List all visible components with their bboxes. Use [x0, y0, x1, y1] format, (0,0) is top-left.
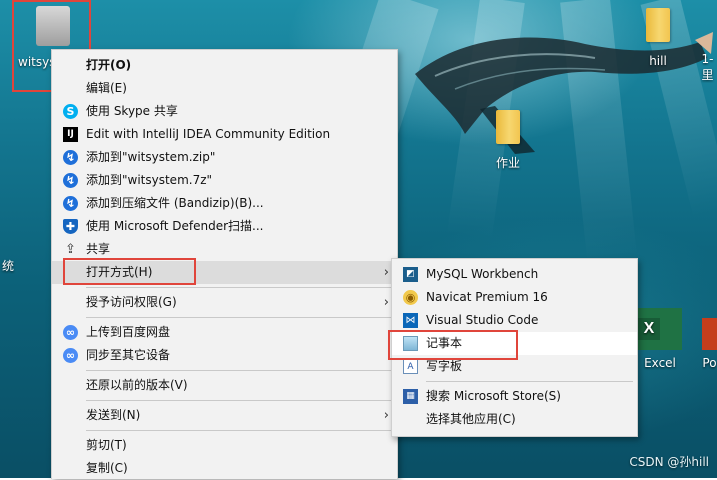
desktop-icon-zuoye[interactable]: 作业 — [490, 110, 526, 171]
skype-icon: S — [63, 104, 78, 119]
menu-separator — [426, 381, 633, 382]
menu-item-cut[interactable]: 剪切(T) — [52, 434, 397, 457]
desktop-icon-label: 统 — [1, 259, 14, 273]
menu-item-add-zip[interactable]: ↯ 添加到"witsystem.zip" — [52, 146, 397, 169]
menu-item-add-7z[interactable]: ↯ 添加到"witsystem.7z" — [52, 169, 397, 192]
wordpad-icon: A — [403, 359, 418, 374]
submenu-item-mysql-workbench[interactable]: ◩ MySQL Workbench — [392, 263, 637, 286]
desktop-icon-label: Excel — [644, 356, 676, 370]
menu-separator — [86, 430, 393, 431]
zip-file-icon — [36, 6, 70, 46]
open-with-submenu: ◩ MySQL Workbench ◉ Navicat Premium 16 ⋈… — [391, 258, 638, 437]
context-menu: 打开(O) 编辑(E) S 使用 Skype 共享 IJ Edit with I… — [51, 49, 398, 479]
bandizip-icon: ↯ — [63, 196, 78, 211]
desktop-icon-po[interactable]: Po — [702, 318, 717, 370]
bandizip-icon: ↯ — [63, 150, 78, 165]
submenu-item-notepad[interactable]: 记事本 — [392, 332, 637, 355]
desktop-icon-hill2[interactable]: 1-里 — [698, 52, 717, 83]
menu-item-copy[interactable]: 复制(C) — [52, 457, 397, 480]
desktop-icon-label: hill — [649, 54, 667, 68]
vscode-icon: ⋈ — [403, 313, 418, 328]
menu-item-open-with[interactable]: 打开方式(H) › — [52, 261, 397, 284]
menu-item-send-to[interactable]: 发送到(N) › — [52, 404, 397, 427]
menu-separator — [86, 287, 393, 288]
folder-icon — [646, 8, 670, 42]
menu-item-baidu-upload[interactable]: ∞ 上传到百度网盘 — [52, 321, 397, 344]
desktop-icon-label: Po — [702, 356, 717, 370]
baidu-cloud-icon: ∞ — [63, 325, 78, 340]
bandizip-icon: ↯ — [63, 173, 78, 188]
menu-item-sync-devices[interactable]: ∞ 同步至其它设备 — [52, 344, 397, 367]
chevron-right-icon: › — [383, 408, 389, 423]
submenu-item-wordpad[interactable]: A 写字板 — [392, 355, 637, 378]
watermark: CSDN @孙hill — [629, 455, 709, 469]
menu-item-skype-share[interactable]: S 使用 Skype 共享 — [52, 100, 397, 123]
intellij-icon: IJ — [63, 127, 78, 142]
baidu-cloud-icon: ∞ — [63, 348, 78, 363]
menu-item-grant-access[interactable]: 授予访问权限(G) › — [52, 291, 397, 314]
desktop-icon-label: 1-里 — [701, 52, 714, 82]
submenu-item-ms-store[interactable]: ▦ 搜索 Microsoft Store(S) — [392, 385, 637, 408]
store-icon: ▦ — [403, 389, 418, 404]
navicat-icon: ◉ — [403, 290, 418, 305]
defender-shield-icon: ✚ — [63, 219, 78, 234]
share-icon: ⇪ — [65, 242, 76, 257]
folder-icon — [496, 110, 520, 144]
submenu-item-navicat[interactable]: ◉ Navicat Premium 16 — [392, 286, 637, 309]
desktop-icon-excel[interactable]: X Excel — [636, 308, 684, 370]
menu-item-intellij[interactable]: IJ Edit with IntelliJ IDEA Community Edi… — [52, 123, 397, 146]
desktop-icon-label: 作业 — [495, 156, 520, 170]
mysql-workbench-icon: ◩ — [403, 267, 418, 282]
menu-separator — [86, 370, 393, 371]
menu-separator — [86, 317, 393, 318]
desktop-icon-hill[interactable]: hill — [640, 8, 676, 68]
powerpoint-icon — [702, 318, 717, 350]
menu-item-open[interactable]: 打开(O) — [52, 54, 397, 77]
chevron-right-icon: › — [383, 265, 389, 280]
desktop-icon-partial[interactable]: 统 — [0, 257, 16, 274]
excel-icon: X — [638, 308, 682, 350]
menu-item-edit[interactable]: 编辑(E) — [52, 77, 397, 100]
menu-item-bandizip[interactable]: ↯ 添加到压缩文件 (Bandizip)(B)... — [52, 192, 397, 215]
menu-item-restore-versions[interactable]: 还原以前的版本(V) — [52, 374, 397, 397]
notepad-icon — [403, 336, 418, 351]
chevron-right-icon: › — [383, 295, 389, 310]
submenu-item-vscode[interactable]: ⋈ Visual Studio Code — [392, 309, 637, 332]
submenu-item-choose-other[interactable]: 选择其他应用(C) — [392, 408, 637, 431]
menu-separator — [86, 400, 393, 401]
menu-item-share[interactable]: ⇪ 共享 — [52, 238, 397, 261]
menu-item-defender[interactable]: ✚ 使用 Microsoft Defender扫描... — [52, 215, 397, 238]
